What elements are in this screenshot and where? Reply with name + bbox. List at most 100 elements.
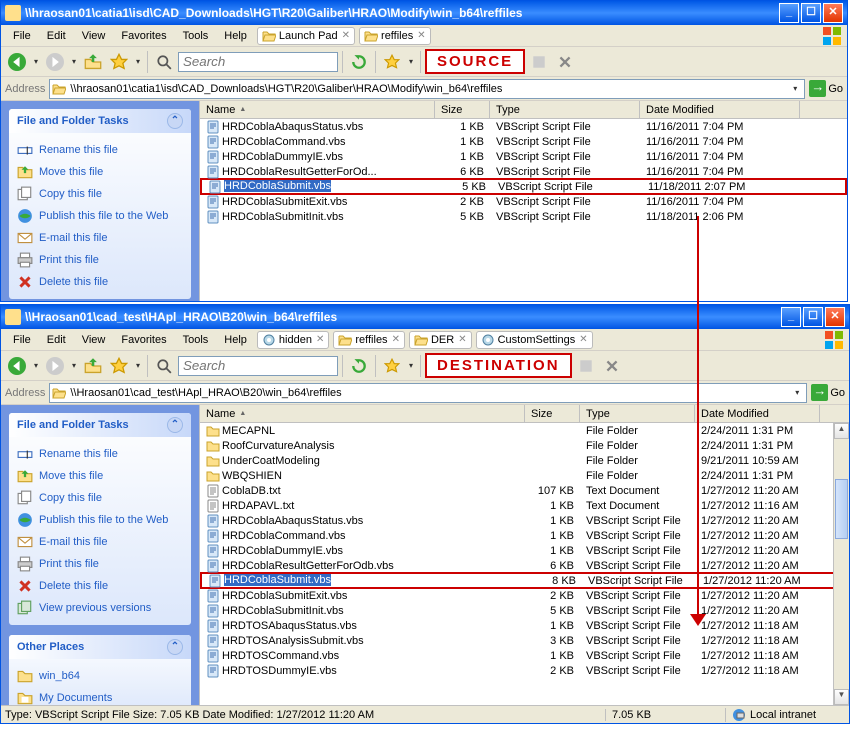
file-row[interactable]: HRDTOSAbaqusStatus.vbs1 KBVBScript Scrip… bbox=[200, 618, 849, 633]
views-button[interactable] bbox=[380, 50, 404, 74]
sidebar-task[interactable]: Rename this file bbox=[17, 443, 183, 465]
file-row[interactable]: HRDCoblaResultGetterForOd...6 KBVBScript… bbox=[200, 164, 847, 179]
file-row[interactable]: HRDCoblaSubmitExit.vbs2 KBVBScript Scrip… bbox=[200, 588, 849, 603]
close-button[interactable]: ✕ bbox=[823, 3, 843, 23]
views-button[interactable] bbox=[380, 354, 404, 378]
file-row[interactable]: HRDTOSDummyIE.vbs2 KBVBScript Script Fil… bbox=[200, 663, 849, 678]
tab-reffiles[interactable]: reffiles✕ bbox=[359, 27, 431, 45]
scroll-thumb[interactable] bbox=[835, 479, 848, 539]
minimize-button[interactable]: _ bbox=[779, 3, 799, 23]
refresh-button[interactable] bbox=[347, 354, 371, 378]
back-button[interactable] bbox=[5, 50, 29, 74]
file-row[interactable]: HRDCoblaAbaqusStatus.vbs1 KBVBScript Scr… bbox=[200, 513, 849, 528]
go-button[interactable]: Go bbox=[811, 384, 845, 401]
menu-view[interactable]: View bbox=[74, 28, 114, 44]
search-button[interactable] bbox=[152, 354, 176, 378]
up-button[interactable] bbox=[81, 354, 105, 378]
refresh-button[interactable] bbox=[347, 50, 371, 74]
organize-button[interactable] bbox=[107, 50, 131, 74]
menu-help[interactable]: Help bbox=[216, 28, 255, 44]
sidebar-task[interactable]: Print this file bbox=[17, 249, 183, 271]
file-row[interactable]: HRDCoblaSubmit.vbs8 KBVBScript Script Fi… bbox=[200, 572, 849, 589]
file-row[interactable]: HRDCoblaSubmit.vbs5 KBVBScript Script Fi… bbox=[200, 178, 847, 195]
forward-button[interactable] bbox=[43, 50, 67, 74]
file-row[interactable]: UnderCoatModelingFile Folder9/21/2011 10… bbox=[200, 453, 849, 468]
back-dropdown[interactable]: ▾ bbox=[31, 57, 41, 66]
vertical-scrollbar[interactable]: ▲ ▼ bbox=[833, 423, 849, 705]
sidebar-task[interactable]: Print this file bbox=[17, 553, 183, 575]
organize-button[interactable] bbox=[107, 354, 131, 378]
file-row[interactable]: MECAPNLFile Folder2/24/2011 1:31 PM bbox=[200, 423, 849, 438]
sidebar-task[interactable]: My Documents bbox=[17, 687, 183, 705]
close-tab-button[interactable] bbox=[600, 354, 624, 378]
tab-close-icon[interactable]: ✕ bbox=[316, 334, 324, 345]
search-button[interactable] bbox=[152, 50, 176, 74]
tab-close-icon[interactable]: ✕ bbox=[342, 30, 350, 41]
column-date[interactable]: Date Modified bbox=[695, 405, 820, 422]
sidebar-task[interactable]: Move this file bbox=[17, 465, 183, 487]
stop-button[interactable] bbox=[527, 50, 551, 74]
search-input[interactable] bbox=[178, 52, 338, 72]
scroll-up-button[interactable]: ▲ bbox=[834, 423, 849, 439]
tab-launchpad[interactable]: Launch Pad✕ bbox=[257, 27, 355, 45]
menu-favorites[interactable]: Favorites bbox=[113, 28, 174, 44]
file-row[interactable]: CoblaDB.txt107 KBText Document1/27/2012 … bbox=[200, 483, 849, 498]
close-tab-button[interactable] bbox=[553, 50, 577, 74]
maximize-button[interactable]: ☐ bbox=[801, 3, 821, 23]
address-input[interactable]: \\hraosan01\catia1\isd\CAD_Downloads\HGT… bbox=[49, 79, 805, 99]
file-row[interactable]: HRDCoblaCommand.vbs1 KBVBScript Script F… bbox=[200, 528, 849, 543]
sidebar-task[interactable]: Copy this file bbox=[17, 183, 183, 205]
maximize-button[interactable]: ☐ bbox=[803, 307, 823, 327]
sidebar-task[interactable]: win_b64 bbox=[17, 665, 183, 687]
collapse-icon[interactable]: ⌃ bbox=[167, 417, 183, 433]
address-dropdown[interactable]: ▾ bbox=[790, 388, 804, 397]
sidebar-task[interactable]: Publish this file to the Web bbox=[17, 509, 183, 531]
titlebar[interactable]: \\Hraosan01\cad_test\HApl_HRAO\B20\win_b… bbox=[1, 305, 849, 329]
menu-help[interactable]: Help bbox=[216, 332, 255, 348]
tab-close-icon[interactable]: ✕ bbox=[579, 334, 587, 345]
column-type[interactable]: Type bbox=[490, 101, 640, 118]
column-size[interactable]: Size bbox=[525, 405, 580, 422]
address-dropdown[interactable]: ▾ bbox=[788, 84, 802, 93]
column-name[interactable]: Name bbox=[200, 405, 525, 422]
menu-edit[interactable]: Edit bbox=[39, 332, 74, 348]
stop-button[interactable] bbox=[574, 354, 598, 378]
scroll-down-button[interactable]: ▼ bbox=[834, 689, 849, 705]
tab-der[interactable]: DER✕ bbox=[409, 331, 472, 349]
column-name[interactable]: Name bbox=[200, 101, 435, 118]
forward-dropdown[interactable]: ▾ bbox=[69, 57, 79, 66]
sidebar-task[interactable]: View previous versions bbox=[17, 597, 183, 619]
sidebar-task[interactable]: Delete this file bbox=[17, 575, 183, 597]
file-row[interactable]: HRDCoblaSubmitInit.vbs5 KBVBScript Scrip… bbox=[200, 209, 847, 224]
file-row[interactable]: HRDTOSCommand.vbs1 KBVBScript Script Fil… bbox=[200, 648, 849, 663]
up-button[interactable] bbox=[81, 50, 105, 74]
collapse-icon[interactable]: ⌃ bbox=[167, 113, 183, 129]
file-row[interactable]: HRDCoblaCommand.vbs1 KBVBScript Script F… bbox=[200, 134, 847, 149]
tab-reffiles[interactable]: reffiles✕ bbox=[333, 331, 405, 349]
file-row[interactable]: HRDCoblaSubmitExit.vbs2 KBVBScript Scrip… bbox=[200, 194, 847, 209]
sidebar-task[interactable]: Publish this file to the Web bbox=[17, 205, 183, 227]
column-size[interactable]: Size bbox=[435, 101, 490, 118]
menu-favorites[interactable]: Favorites bbox=[113, 332, 174, 348]
go-button[interactable]: Go bbox=[809, 80, 843, 97]
column-type[interactable]: Type bbox=[580, 405, 695, 422]
file-row[interactable]: HRDAPAVL.txt1 KBText Document1/27/2012 1… bbox=[200, 498, 849, 513]
file-row[interactable]: HRDTOSAnalysisSubmit.vbs3 KBVBScript Scr… bbox=[200, 633, 849, 648]
menu-edit[interactable]: Edit bbox=[39, 28, 74, 44]
close-button[interactable]: ✕ bbox=[825, 307, 845, 327]
file-row[interactable]: HRDCoblaSubmitInit.vbs5 KBVBScript Scrip… bbox=[200, 603, 849, 618]
titlebar[interactable]: \\hraosan01\catia1\isd\CAD_Downloads\HGT… bbox=[1, 1, 847, 25]
minimize-button[interactable]: _ bbox=[781, 307, 801, 327]
sidebar-task[interactable]: Move this file bbox=[17, 161, 183, 183]
sidebar-task[interactable]: E-mail this file bbox=[17, 227, 183, 249]
column-date[interactable]: Date Modified bbox=[640, 101, 800, 118]
tab-close-icon[interactable]: ✕ bbox=[417, 30, 425, 41]
file-row[interactable]: HRDCoblaDummyIE.vbs1 KBVBScript Script F… bbox=[200, 149, 847, 164]
menu-view[interactable]: View bbox=[74, 332, 114, 348]
menu-file[interactable]: File bbox=[5, 28, 39, 44]
tab-customsettings[interactable]: CustomSettings✕ bbox=[476, 331, 593, 349]
back-button[interactable] bbox=[5, 354, 29, 378]
menu-tools[interactable]: Tools bbox=[175, 332, 217, 348]
tab-close-icon[interactable]: ✕ bbox=[458, 334, 466, 345]
sidebar-task[interactable]: Rename this file bbox=[17, 139, 183, 161]
